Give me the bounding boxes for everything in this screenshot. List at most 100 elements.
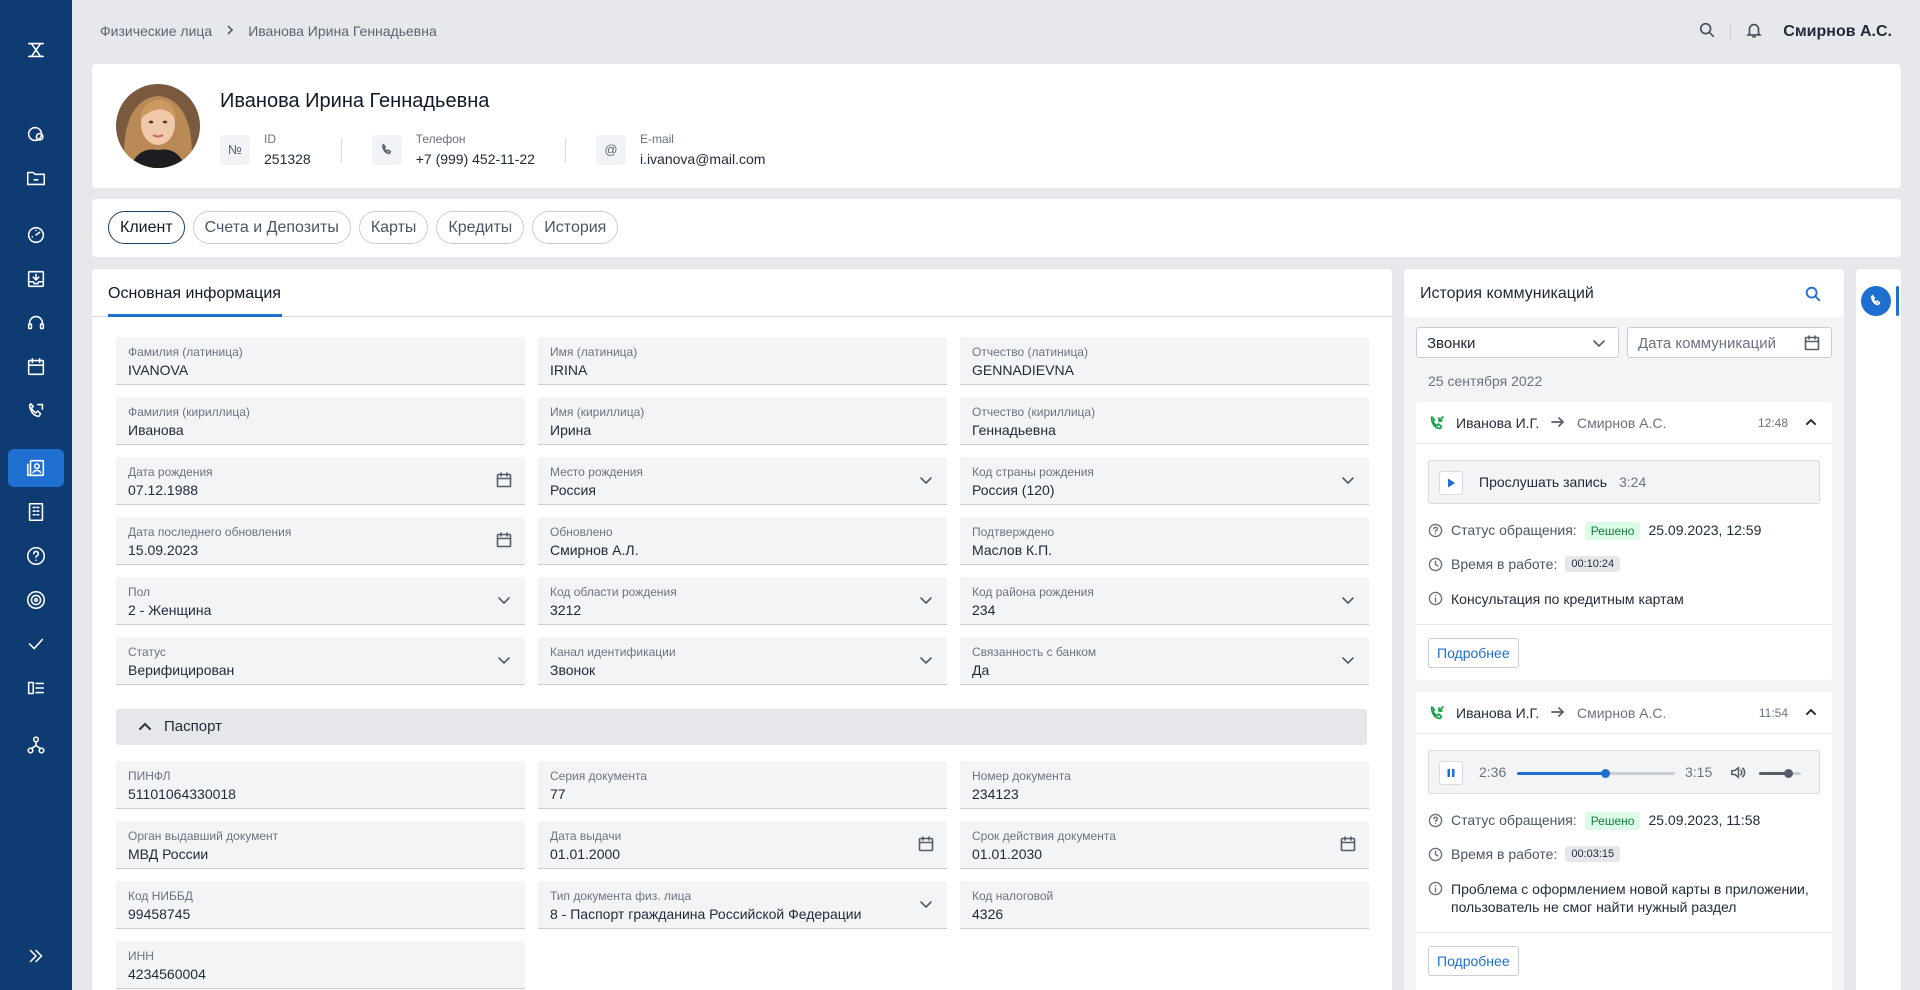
- calendar-icon[interactable]: [917, 835, 935, 858]
- tab-client[interactable]: Клиент: [108, 211, 185, 244]
- text-field[interactable]: Фамилия (кириллица) Иванова: [116, 397, 525, 445]
- select-field[interactable]: Код страны рождения Россия (120): [960, 457, 1369, 505]
- nav-help-icon[interactable]: [8, 537, 64, 575]
- text-field[interactable]: Имя (латиница) IRINA: [538, 337, 947, 385]
- chevron-down-icon[interactable]: [917, 651, 935, 674]
- call-button[interactable]: [1861, 286, 1891, 316]
- text-field[interactable]: ИНН 4234560004: [116, 941, 525, 989]
- field-label: Код налоговой: [972, 889, 1054, 903]
- chevron-down-icon[interactable]: [495, 591, 513, 614]
- volume-handle[interactable]: [1784, 769, 1794, 778]
- chevron-down-icon[interactable]: [1339, 651, 1357, 674]
- tab-history[interactable]: История: [532, 211, 619, 244]
- breadcrumb-root-link[interactable]: Физические лица: [100, 23, 212, 39]
- text-field[interactable]: ПИНФЛ 51101064330018: [116, 761, 525, 809]
- select-field[interactable]: Канал идентификации Звонок: [538, 637, 947, 685]
- nav-target-icon[interactable]: [8, 581, 64, 619]
- select-field[interactable]: Пол 2 - Женщина: [116, 577, 525, 625]
- status-row: Статус обращения: Решено 25.09.2023, 12:…: [1428, 522, 1761, 541]
- chevron-down-icon[interactable]: [917, 471, 935, 494]
- nav-companies-icon[interactable]: [8, 493, 64, 531]
- text-field[interactable]: Код налоговой 4326: [960, 881, 1369, 929]
- select-field[interactable]: Код области рождения 3212: [538, 577, 947, 625]
- field-value: 01.01.2000: [550, 846, 621, 862]
- communication-item-header[interactable]: Иванова И.Г. Смирнов А.С. 11:54: [1416, 692, 1832, 734]
- nav-structure-icon[interactable]: [8, 726, 64, 764]
- select-field[interactable]: Связанность с банком Да: [960, 637, 1369, 685]
- listen-record-label[interactable]: Прослушать запись: [1479, 474, 1607, 490]
- help-circle-icon: [1428, 522, 1443, 541]
- seek-handle[interactable]: [1601, 769, 1611, 778]
- volume-icon[interactable]: [1729, 764, 1746, 786]
- details-button[interactable]: Подробнее: [1428, 946, 1519, 976]
- nav-calls-icon[interactable]: [8, 392, 64, 430]
- nav-tasks-icon[interactable]: [8, 625, 64, 663]
- tab-credits[interactable]: Кредиты: [436, 211, 525, 244]
- text-field[interactable]: Отчество (латиница) GENNADIEVNA: [960, 337, 1369, 385]
- nav-inbox-icon[interactable]: [8, 260, 64, 298]
- calendar-icon[interactable]: [495, 471, 513, 494]
- select-field[interactable]: Код района рождения 234: [960, 577, 1369, 625]
- play-button[interactable]: [1439, 471, 1463, 495]
- current-user-name[interactable]: Смирнов А.С.: [1783, 23, 1892, 41]
- text-field[interactable]: Серия документа 77: [538, 761, 947, 809]
- date-field[interactable]: Срок действия документа 01.01.2030: [960, 821, 1369, 869]
- nav-deposits-icon[interactable]: [8, 115, 64, 153]
- phone-value[interactable]: +7 (999) 452-11-22: [416, 151, 535, 167]
- select-field[interactable]: Тип документа физ. лица 8 - Паспорт гражд…: [538, 881, 947, 929]
- chevron-up-icon[interactable]: [136, 718, 154, 741]
- call-from: Иванова И.Г.: [1456, 705, 1540, 721]
- chevron-down-icon[interactable]: [1339, 591, 1357, 614]
- pause-button[interactable]: [1439, 761, 1463, 785]
- calendar-icon[interactable]: [495, 531, 513, 554]
- nav-folder-icon[interactable]: [8, 159, 64, 197]
- nav-list-icon[interactable]: [8, 669, 64, 707]
- search-icon[interactable]: [1698, 21, 1716, 44]
- main-info-tab[interactable]: Основная информация: [108, 285, 281, 303]
- chevron-up-icon[interactable]: [1804, 705, 1818, 724]
- select-field[interactable]: Статус Верифицирован: [116, 637, 525, 685]
- text-field[interactable]: Код НИББД 99458745: [116, 881, 525, 929]
- field-value: IRINA: [550, 362, 588, 378]
- expand-rail-icon[interactable]: [8, 937, 64, 975]
- text-field[interactable]: Отчество (кириллица) Геннадьевна: [960, 397, 1369, 445]
- calendar-icon[interactable]: [1803, 334, 1821, 356]
- field-value: 8 - Паспорт гражданина Российской Федера…: [550, 906, 862, 922]
- text-field[interactable]: Орган выдавший документ МВД России: [116, 821, 525, 869]
- volume-slider[interactable]: [1759, 769, 1801, 778]
- date-field[interactable]: Дата выдачи 01.01.2000: [538, 821, 947, 869]
- date-field[interactable]: Дата последнего обновления 15.09.2023: [116, 517, 525, 565]
- communication-date-placeholder: Дата коммуникаций: [1638, 335, 1776, 352]
- text-field[interactable]: Обновлено Смирнов А.Л.: [538, 517, 947, 565]
- chevron-down-icon[interactable]: [1339, 471, 1357, 494]
- chevron-down-icon[interactable]: [917, 591, 935, 614]
- communication-date-input[interactable]: Дата коммуникаций: [1627, 327, 1832, 358]
- seek-slider[interactable]: [1517, 769, 1675, 778]
- tab-accounts-deposits[interactable]: Счета и Депозиты: [192, 211, 351, 244]
- communication-item-header[interactable]: Иванова И.Г. Смирнов А.С. 12:48: [1416, 402, 1832, 444]
- bell-icon[interactable]: [1745, 21, 1763, 44]
- field-value: Звонок: [550, 662, 596, 678]
- text-field[interactable]: Имя (кириллица) Ирина: [538, 397, 947, 445]
- passport-section-header[interactable]: Паспорт: [116, 709, 1367, 745]
- select-field[interactable]: Место рождения Россия: [538, 457, 947, 505]
- text-field[interactable]: Номер документа 234123: [960, 761, 1369, 809]
- date-field[interactable]: Дата рождения 07.12.1988: [116, 457, 525, 505]
- chevron-down-icon[interactable]: [917, 895, 935, 918]
- nav-clients-icon[interactable]: [8, 449, 64, 487]
- chevron-up-icon[interactable]: [1804, 415, 1818, 434]
- search-icon[interactable]: [1804, 285, 1822, 308]
- menu-toggle-icon[interactable]: [8, 31, 64, 69]
- nav-dashboard-icon[interactable]: [8, 216, 64, 254]
- calendar-icon[interactable]: [1339, 835, 1357, 858]
- chevron-down-icon[interactable]: [495, 651, 513, 674]
- details-button[interactable]: Подробнее: [1428, 638, 1519, 668]
- text-field[interactable]: Фамилия (латиница) IVANOVA: [116, 337, 525, 385]
- nav-calendar-icon[interactable]: [8, 348, 64, 386]
- email-value[interactable]: i.ivanova@mail.com: [640, 151, 765, 167]
- field-label: Обновлено: [550, 525, 613, 539]
- nav-support-icon[interactable]: [8, 304, 64, 342]
- tab-cards[interactable]: Карты: [358, 211, 429, 244]
- communication-type-select[interactable]: Звонки: [1416, 327, 1619, 358]
- text-field[interactable]: Подтверждено Маслов К.П.: [960, 517, 1369, 565]
